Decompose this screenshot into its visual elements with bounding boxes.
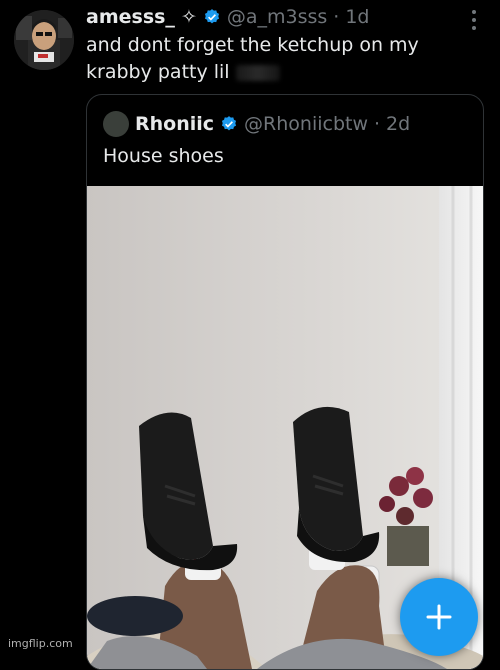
quoted-tweet-header: Rhoniic @Rhoniicbtw · 2d xyxy=(103,111,410,137)
compose-button[interactable] xyxy=(400,578,478,656)
verified-badge-icon xyxy=(203,8,221,26)
quoted-handle[interactable]: @Rhoniicbtw xyxy=(244,113,368,135)
tweet-text-line1: and dont forget the ketchup on my xyxy=(86,34,419,56)
tweet-header: amesss_ ✧ @a_m3sss · 1d xyxy=(86,4,370,30)
quoted-tweet-text: House shoes xyxy=(103,145,224,167)
quoted-timestamp[interactable]: 2d xyxy=(386,113,410,135)
avatar-image xyxy=(14,10,74,70)
tweet-text: and dont forget the ketchup on my krabby… xyxy=(86,32,466,86)
timestamp[interactable]: 1d xyxy=(345,6,369,28)
separator: · xyxy=(333,6,340,28)
sparkle-symbol: ✧ xyxy=(180,6,197,28)
imgflip-watermark: imgflip.com xyxy=(8,637,73,650)
plus-icon xyxy=(426,604,452,630)
avatar[interactable] xyxy=(14,10,74,70)
quoted-display-name[interactable]: Rhoniic xyxy=(135,113,214,135)
quoted-avatar[interactable] xyxy=(103,111,129,137)
more-options-icon[interactable] xyxy=(472,10,478,30)
verified-badge-icon xyxy=(220,115,238,133)
quoted-separator: · xyxy=(374,113,381,135)
redacted-text xyxy=(235,64,280,81)
handle[interactable]: @a_m3sss xyxy=(227,6,327,28)
display-name[interactable]: amesss_ xyxy=(86,6,175,28)
tweet-text-line2: krabby patty lil xyxy=(86,61,230,83)
